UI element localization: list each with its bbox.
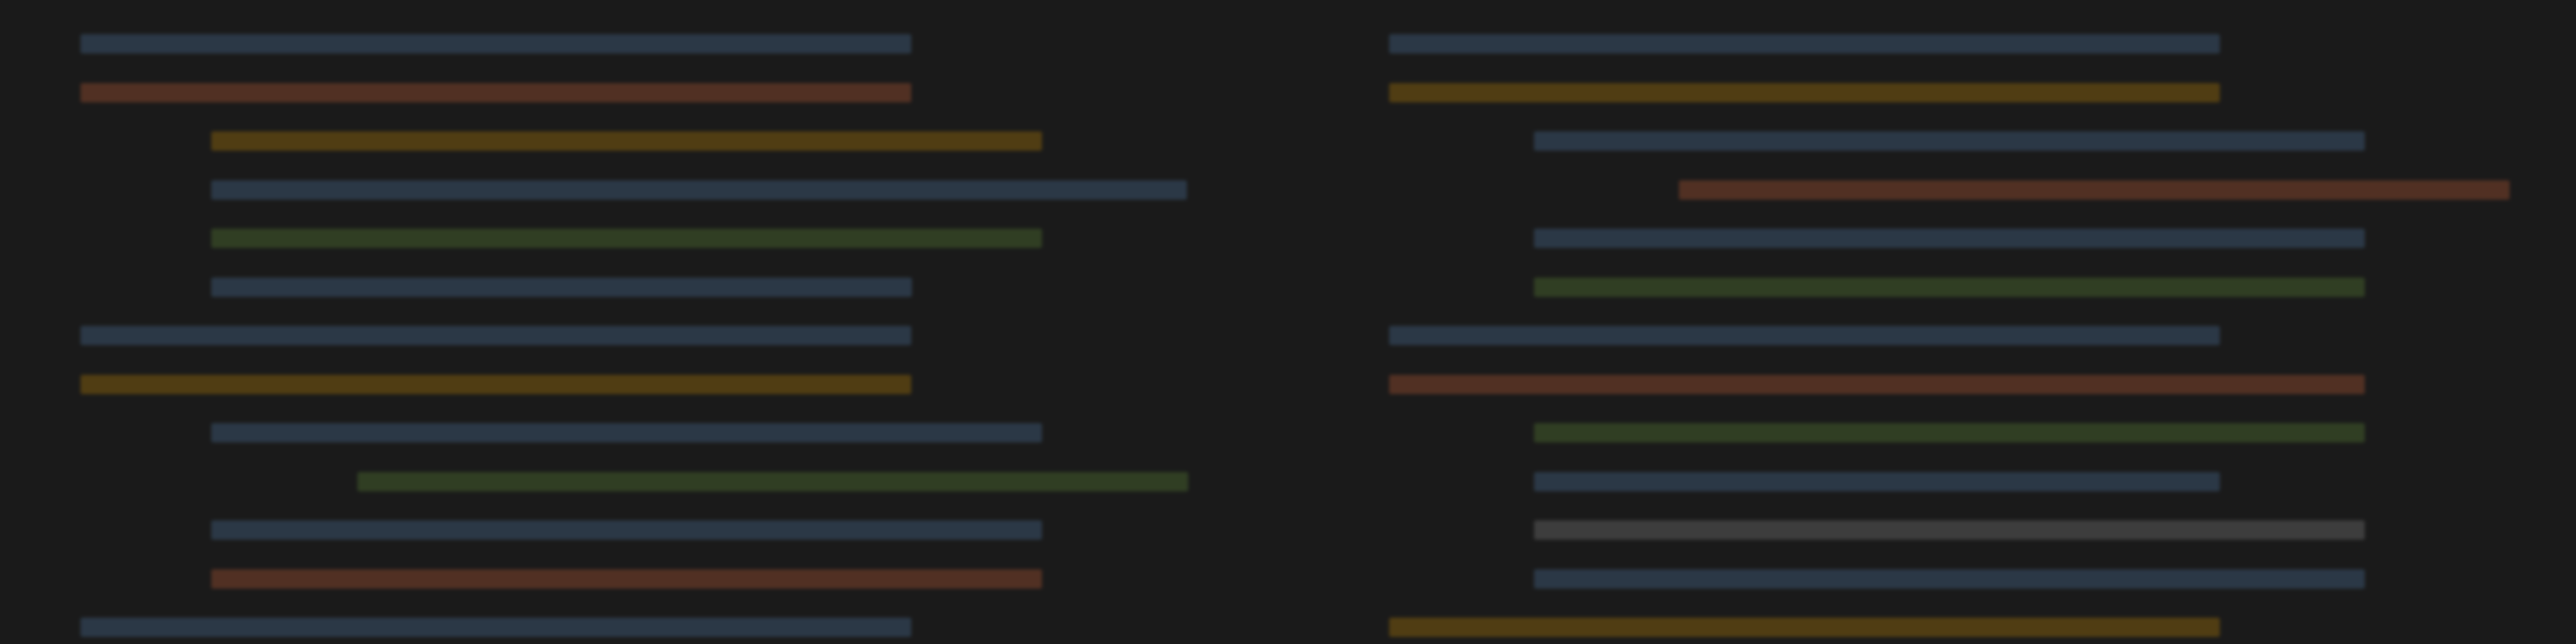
code-line xyxy=(1389,34,2220,53)
blurred-code-editor xyxy=(0,0,2576,644)
code-line xyxy=(211,229,1042,248)
code-line xyxy=(80,326,911,345)
code-line xyxy=(1534,569,2365,589)
code-line xyxy=(1389,374,2365,394)
code-line xyxy=(80,374,911,394)
code-line xyxy=(1534,423,2365,442)
code-line xyxy=(1534,131,2365,151)
code-line xyxy=(1389,82,2220,102)
code-line xyxy=(80,618,911,637)
code-line xyxy=(211,569,1042,589)
code-line xyxy=(1534,520,2365,540)
code-line xyxy=(211,423,1042,442)
code-line xyxy=(211,520,1042,540)
code-line xyxy=(357,471,1188,491)
code-line xyxy=(211,180,1187,200)
code-line xyxy=(1389,326,2220,345)
code-line xyxy=(211,277,912,297)
code-line xyxy=(80,34,911,53)
editor-pane-left xyxy=(0,0,1288,644)
editor-pane-right xyxy=(1288,0,2576,644)
code-line xyxy=(1534,471,2220,491)
code-line xyxy=(1389,618,2220,637)
code-line xyxy=(1534,229,2365,248)
code-line xyxy=(1534,277,2365,297)
code-line xyxy=(80,82,911,102)
code-line xyxy=(211,131,1042,151)
code-line xyxy=(1679,180,2510,200)
